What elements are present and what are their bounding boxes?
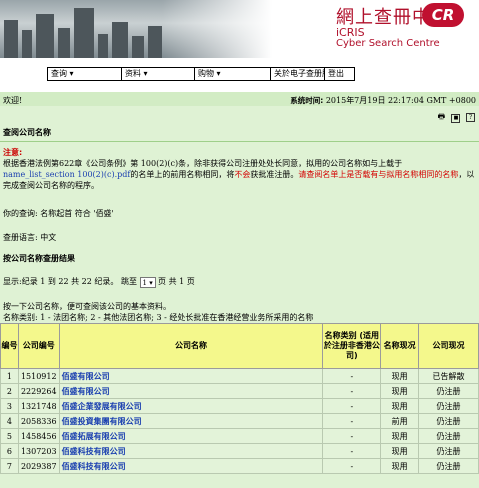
- col-company-name: 公司名称: [58, 323, 324, 369]
- company-status: 仍注册: [418, 458, 479, 474]
- save-icon[interactable]: ■: [451, 114, 461, 123]
- notice-part2: 的名单上的前用名称相同，将: [130, 170, 235, 179]
- company-status: 仍注册: [418, 383, 479, 399]
- name-status: 现用: [380, 443, 420, 459]
- row-number: 4: [0, 413, 19, 429]
- row-number: 5: [0, 428, 19, 444]
- category-legend: 名称类别: 1 - 法团名称; 2 - 其他法团名称; 3 - 经处长批准在香港…: [3, 313, 314, 322]
- results-title: 按公司名称查册结果: [3, 254, 75, 263]
- site-banner: 網上查冊中心 CR iCRIS Cyber Search Centre: [0, 0, 479, 62]
- name-category: -: [322, 383, 382, 399]
- query-description: 你的查询: 名称起首 符合 '佰盛': [3, 209, 114, 218]
- name-list-link[interactable]: name_list_section 100(2)(c).pdf: [3, 170, 130, 179]
- company-number: 2058336: [17, 413, 60, 429]
- company-name-link[interactable]: 佰盛科技有限公司: [58, 443, 324, 459]
- company-number: 2029387: [17, 458, 60, 474]
- print-icon[interactable]: 🖶: [437, 112, 446, 121]
- menu-about[interactable]: 关於电子查册服务: [271, 68, 325, 80]
- page-select-value: 1: [142, 278, 147, 287]
- notice-part1: 根据香港法例第622章《公司条例》第 100(2)(c)条，除非获得公司注册处处…: [3, 159, 403, 168]
- harbour-photo: [0, 0, 272, 58]
- company-status: 仍注册: [418, 443, 479, 459]
- col-company-status: 公司现况: [418, 323, 479, 369]
- name-category: -: [322, 368, 382, 384]
- row-number: 1: [0, 368, 19, 384]
- system-time-label: 系统时间:: [290, 96, 324, 105]
- col-cr-no: 公司编号: [17, 323, 60, 369]
- company-number: 1458456: [17, 428, 60, 444]
- name-category: -: [322, 443, 382, 459]
- menu-info[interactable]: 资料 ▾: [122, 68, 195, 80]
- company-name-link[interactable]: 佰盛科技有限公司: [58, 458, 324, 474]
- col-no: 编号: [0, 323, 19, 369]
- page-title: 查阅公司名称: [3, 128, 51, 137]
- row-number: 7: [0, 458, 19, 474]
- company-name-link[interactable]: 佰盛有限公司: [58, 383, 324, 399]
- name-category: -: [322, 398, 382, 414]
- search-language: 查册语言: 中文: [3, 233, 57, 242]
- name-status: 现用: [380, 428, 420, 444]
- company-status: 已告解散: [418, 368, 479, 384]
- main-menu-bar: 查询 ▾ 资料 ▾ 购物 ▾ 关於电子查册服务 登出: [0, 62, 479, 84]
- table-header-row: 编号 公司编号 公司名称 名称类别 (适用於注册非香港公司) 名称现况 公司现况: [0, 323, 479, 369]
- row-number: 2: [0, 383, 19, 399]
- name-category: -: [322, 413, 382, 429]
- company-number: 1510912: [17, 368, 60, 384]
- name-category: -: [322, 458, 382, 474]
- col-name-category: 名称类别 (适用於注册非香港公司): [322, 323, 382, 369]
- name-status: 现用: [380, 458, 420, 474]
- results-table: 编号 公司编号 公司名称 名称类别 (适用於注册非香港公司) 名称现况 公司现况…: [0, 323, 479, 474]
- table-row: 4 2058336 佰盛投資集團有限公司 - 前用 仍注册: [0, 413, 479, 429]
- name-status: 现用: [380, 383, 420, 399]
- page-select[interactable]: 1 ▾: [139, 276, 156, 288]
- system-time: 系统时间: 2015年7月19日 22:17:04 GMT +0800: [290, 95, 476, 106]
- notice-label: 注意:: [3, 148, 23, 157]
- table-row: 7 2029387 佰盛科技有限公司 - 现用 仍注册: [0, 458, 479, 474]
- table-row: 6 1307203 佰盛科技有限公司 - 现用 仍注册: [0, 443, 479, 459]
- notice-red-1: 不会: [234, 170, 251, 179]
- pager-suffix: 页 共 1 页: [158, 277, 195, 286]
- logo-english-title: Cyber Search Centre: [336, 38, 440, 49]
- row-number: 3: [0, 398, 19, 414]
- toolbar-icons: 🖶 ■ ?: [434, 112, 475, 123]
- company-number: 1321748: [17, 398, 60, 414]
- table-row: 2 2229264 佰盛有限公司 - 现用 仍注册: [0, 383, 479, 399]
- menu-shopping[interactable]: 购物 ▾: [195, 68, 271, 80]
- click-tip: 按一下公司名称，便可查阅该公司的基本资料。: [3, 302, 171, 311]
- table-row: 3 1321748 佰盛企業發展有限公司 - 现用 仍注册: [0, 398, 479, 414]
- company-name-link[interactable]: 佰盛企業發展有限公司: [58, 398, 324, 414]
- notice-part3: 获批准注册。: [250, 170, 299, 179]
- company-status: 仍注册: [418, 428, 479, 444]
- pager: 显示:纪录 1 到 22 共 22 纪录。 跳至 1 ▾ 页 共 1 页: [3, 276, 195, 288]
- chevron-down-icon: ▾: [149, 278, 153, 287]
- notice-text: 根据香港法例第622章《公司条例》第 100(2)(c)条，除非获得公司注册处处…: [3, 158, 475, 191]
- row-number: 6: [0, 443, 19, 459]
- company-status: 仍注册: [418, 398, 479, 414]
- menu-query[interactable]: 查询 ▾: [48, 68, 122, 80]
- company-number: 2229264: [17, 383, 60, 399]
- company-name-link[interactable]: 佰盛拓展有限公司: [58, 428, 324, 444]
- help-icon[interactable]: ?: [466, 113, 475, 122]
- name-status: 现用: [380, 368, 420, 384]
- name-status: 前用: [380, 413, 420, 429]
- welcome-text: 欢迎!: [3, 96, 23, 105]
- logo-cr-badge: CR: [422, 3, 464, 27]
- system-time-value: 2015年7月19日 22:17:04 GMT +0800: [325, 96, 476, 105]
- company-name-link[interactable]: 佰盛有限公司: [58, 368, 324, 384]
- name-category: -: [322, 428, 382, 444]
- divider: [0, 141, 479, 142]
- table-row: 5 1458456 佰盛拓展有限公司 - 现用 仍注册: [0, 428, 479, 444]
- table-row: 1 1510912 佰盛有限公司 - 现用 已告解散: [0, 368, 479, 384]
- menu-logout[interactable]: 登出: [325, 68, 354, 80]
- company-number: 1307203: [17, 443, 60, 459]
- menu-box: 查询 ▾ 资料 ▾ 购物 ▾ 关於电子查册服务 登出: [47, 67, 355, 81]
- company-status: 仍注册: [418, 413, 479, 429]
- name-status: 现用: [380, 398, 420, 414]
- pager-prefix: 显示:纪录 1 到 22 共 22 纪录。 跳至: [3, 277, 137, 286]
- col-name-status: 名称现况: [380, 323, 420, 369]
- company-name-link[interactable]: 佰盛投資集團有限公司: [58, 413, 324, 429]
- notice-red-2: 请查阅名单上是否载有与拟用名称相同的名称: [298, 170, 459, 179]
